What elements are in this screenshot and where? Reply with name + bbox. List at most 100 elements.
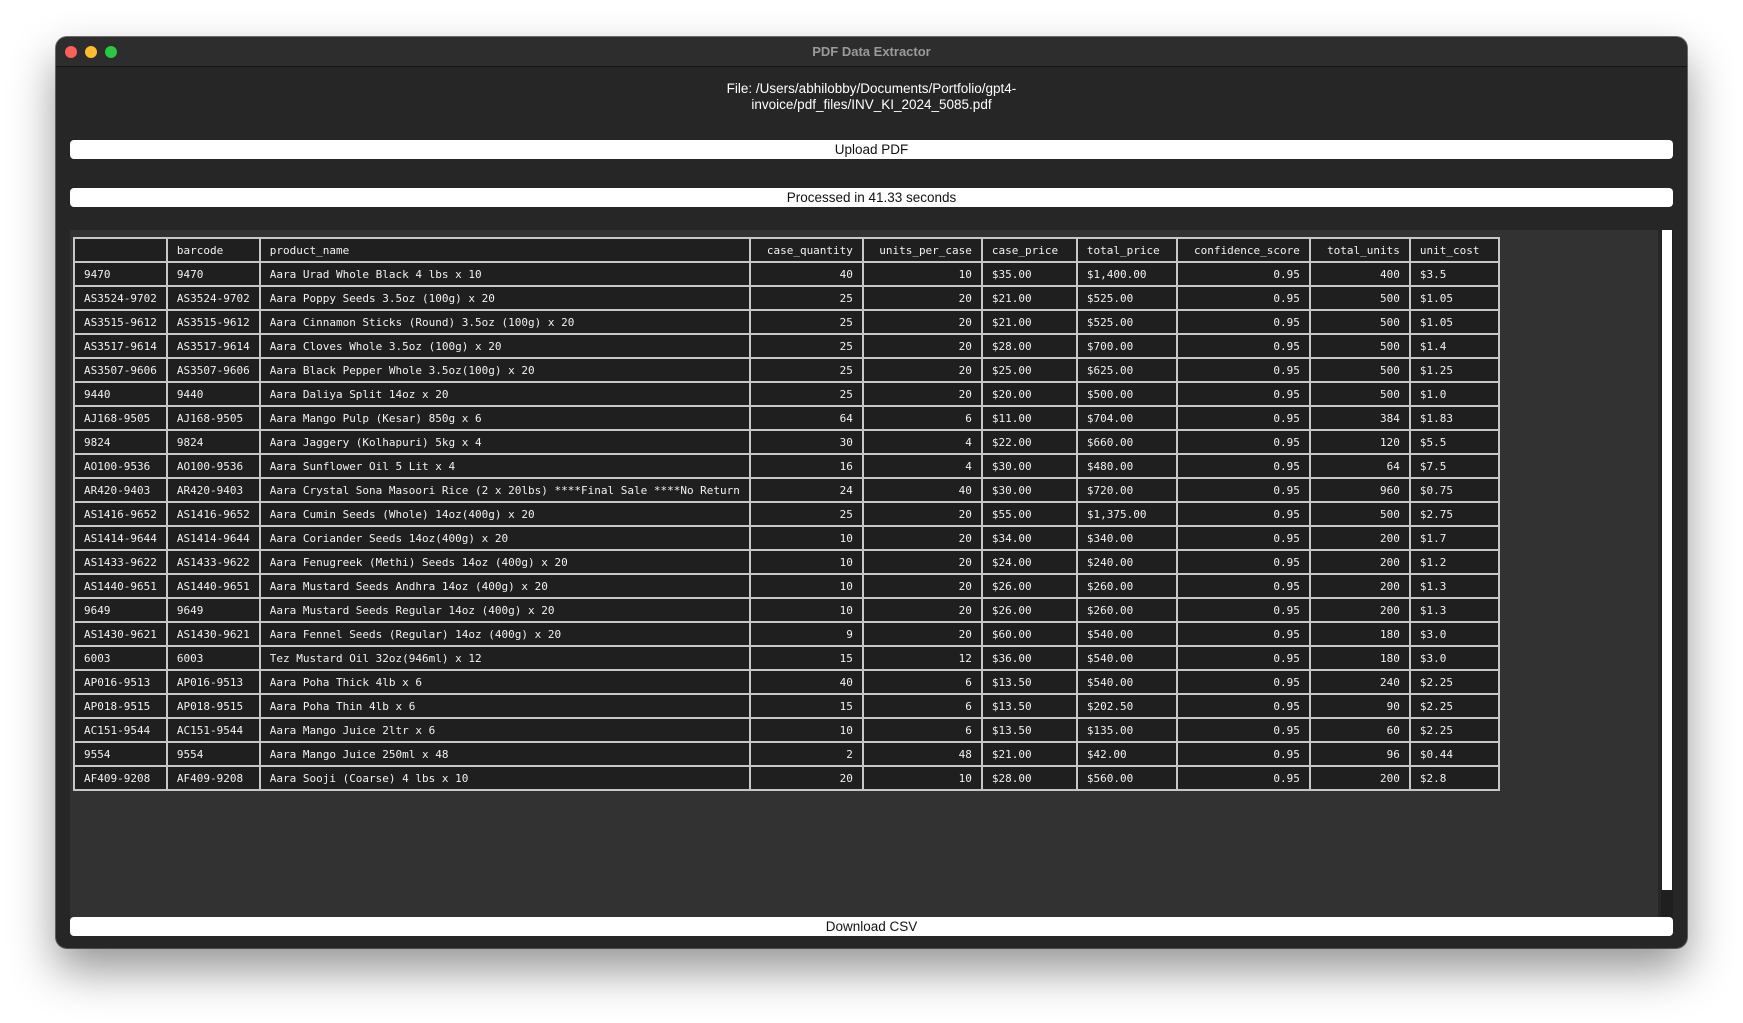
table-cell-total_units: 240 [1308,669,1411,695]
table-cell-confidence_score: 0.95 [1175,501,1311,527]
table-cell-product_name: Aara Sunflower Oil 5 Lit x 4 [258,453,751,479]
table-row[interactable]: AS3524-9702 AS3524-9702 Aara Poppy Seeds 3… [73,285,1500,311]
table-row[interactable]: AS3515-9612 AS3515-9612 Aara Cinnamon Stic… [73,309,1500,335]
table-row[interactable]: AJ168-9505 AJ168-9505 Aara Mango Pulp (Kes… [73,405,1500,431]
table-cell-confidence_score: 0.95 [1175,429,1311,455]
table-cell-unit_cost: $7.5 [1408,453,1500,479]
table-row[interactable]: AR420-9403 AR420-9403 Aara Crystal Sona Ma… [73,477,1500,503]
table-cell-units_per_case: 12 [861,645,983,671]
table-cell-barcode: AS3524-9702 [165,285,261,311]
table-cell-barcode: 9440 [165,381,261,407]
table-cell-case_price: $30.00 [980,477,1078,503]
table-cell-units_per_case: 6 [861,669,983,695]
table-cell-case_price: $13.50 [980,693,1078,719]
table-cell-index: AS1416-9652 [73,501,168,527]
table-cell-unit_cost: $1.05 [1408,285,1500,311]
table-cell-case_quantity: 25 [748,333,864,359]
file-path-line-2: invoice/pdf_files/INV_KI_2024_5085.pdf [751,97,992,112]
table-row[interactable]: AS3507-9606 AS3507-9606 Aara Black Pepper … [73,357,1500,383]
table-cell-total_price: $525.00 [1075,285,1178,311]
table-cell-case_price: $21.00 [980,285,1078,311]
table-cell-case_price: $13.50 [980,669,1078,695]
column-header-total_price[interactable]: total_price [1075,237,1178,263]
table-cell-confidence_score: 0.95 [1175,285,1311,311]
table-cell-case_price: $21.00 [980,741,1078,767]
table-cell-barcode: AC151-9544 [165,717,261,743]
table-cell-product_name: Aara Black Pepper Whole 3.5oz(100g) x 20 [258,357,751,383]
table-cell-case_quantity: 30 [748,429,864,455]
table-cell-product_name: Aara Poppy Seeds 3.5oz (100g) x 20 [258,285,751,311]
app-window: PDF Data Extractor File: /Users/abhilobb… [56,37,1687,948]
table-cell-index: AS1430-9621 [73,621,168,647]
column-header-unit_cost[interactable]: unit_cost [1408,237,1500,263]
data-table-container[interactable]: barcode product_name case_quantity units_pe… [70,230,1658,925]
table-cell-total_price: $340.00 [1075,525,1178,551]
title-bar: PDF Data Extractor [56,37,1687,67]
table-row[interactable]: 9649 9649 Aara Mustard Seeds Regular 14oz … [73,597,1500,623]
table-row[interactable]: 9554 9554 Aara Mango Juice 250ml x 48 2 48 $2… [73,741,1500,767]
vertical-scrollbar[interactable] [1661,230,1673,925]
table-row[interactable]: AS1414-9644 AS1414-9644 Aara Coriander See… [73,525,1500,551]
column-header-barcode[interactable]: barcode [165,237,261,263]
file-path-line-1: File: /Users/abhilobby/Documents/Portfol… [726,81,1017,96]
table-cell-total_price: $1,375.00 [1075,501,1178,527]
table-cell-case_price: $60.00 [980,621,1078,647]
table-cell-confidence_score: 0.95 [1175,405,1311,431]
table-cell-confidence_score: 0.95 [1175,357,1311,383]
upload-pdf-button[interactable]: Upload PDF [70,140,1673,159]
table-cell-unit_cost: $1.0 [1408,381,1500,407]
table-row[interactable]: 9440 9440 Aara Daliya Split 14oz x 20 25 20 $… [73,381,1500,407]
table-row[interactable]: 6003 6003 Tez Mustard Oil 32oz(946ml) x 12… [73,645,1500,671]
table-cell-total_price: $540.00 [1075,645,1178,671]
table-cell-units_per_case: 40 [861,477,983,503]
download-csv-button[interactable]: Download CSV [70,917,1673,936]
table-cell-index: 6003 [73,645,168,671]
table-cell-total_price: $560.00 [1075,765,1178,791]
table-row[interactable]: AO100-9536 AO100-9536 Aara Sunflower Oil 5… [73,453,1500,479]
table-cell-case_price: $13.50 [980,717,1078,743]
scrollbar-thumb[interactable] [1662,230,1672,890]
table-cell-barcode: AS3515-9612 [165,309,261,335]
table-cell-product_name: Aara Poha Thick 4lb x 6 [258,669,751,695]
table-cell-total_price: $202.50 [1075,693,1178,719]
table-row[interactable]: 9824 9824 Aara Jaggery (Kolhapuri) 5kg x 4… [73,429,1500,455]
table-cell-total_price: $500.00 [1075,381,1178,407]
table-row[interactable]: AP016-9513 AP016-9513 Aara Poha Thick 4lb … [73,669,1500,695]
column-header-case_quantity[interactable]: case_quantity [748,237,864,263]
table-cell-confidence_score: 0.95 [1175,333,1311,359]
table-cell-case_price: $24.00 [980,549,1078,575]
table-cell-barcode: AR420-9403 [165,477,261,503]
table-cell-total_units: 64 [1308,453,1411,479]
table-cell-units_per_case: 4 [861,429,983,455]
table-cell-units_per_case: 6 [861,717,983,743]
table-cell-index: AR420-9403 [73,477,168,503]
table-cell-unit_cost: $3.0 [1408,621,1500,647]
table-cell-unit_cost: $2.25 [1408,717,1500,743]
column-header-index[interactable] [73,237,168,263]
table-row[interactable]: AS1433-9622 AS1433-9622 Aara Fenugreek (Me… [73,549,1500,575]
table-row[interactable]: 9470 9470 Aara Urad Whole Black 4 lbs x 10… [73,261,1500,287]
column-header-confidence_score[interactable]: confidence_score [1175,237,1311,263]
table-cell-case_quantity: 15 [748,693,864,719]
table-cell-case_quantity: 25 [748,357,864,383]
table-body: 9470 9470 Aara Urad Whole Black 4 lbs x 10… [73,261,1500,791]
table-row[interactable]: AS1440-9651 AS1440-9651 Aara Mustard Seeds… [73,573,1500,599]
table-row[interactable]: AP018-9515 AP018-9515 Aara Poha Thin 4lb x… [73,693,1500,719]
table-row[interactable]: AF409-9208 AF409-9208 Aara Sooji (Coarse) … [73,765,1500,791]
table-row[interactable]: AS1430-9621 AS1430-9621 Aara Fennel Seeds … [73,621,1500,647]
column-header-total_units[interactable]: total_units [1308,237,1411,263]
table-cell-case_quantity: 2 [748,741,864,767]
table-cell-case_quantity: 10 [748,549,864,575]
column-header-product_name[interactable]: product_name [258,237,751,263]
table-cell-total_price: $704.00 [1075,405,1178,431]
file-path-label: File: /Users/abhilobby/Documents/Portfol… [56,81,1687,113]
column-header-case_price[interactable]: case_price [980,237,1078,263]
table-cell-case_quantity: 40 [748,261,864,287]
table-cell-confidence_score: 0.95 [1175,717,1311,743]
table-cell-index: AO100-9536 [73,453,168,479]
table-row[interactable]: AS3517-9614 AS3517-9614 Aara Cloves Whole … [73,333,1500,359]
table-cell-total_price: $540.00 [1075,621,1178,647]
column-header-units_per_case[interactable]: units_per_case [861,237,983,263]
table-row[interactable]: AS1416-9652 AS1416-9652 Aara Cumin Seeds (… [73,501,1500,527]
table-row[interactable]: AC151-9544 AC151-9544 Aara Mango Juice 2lt… [73,717,1500,743]
